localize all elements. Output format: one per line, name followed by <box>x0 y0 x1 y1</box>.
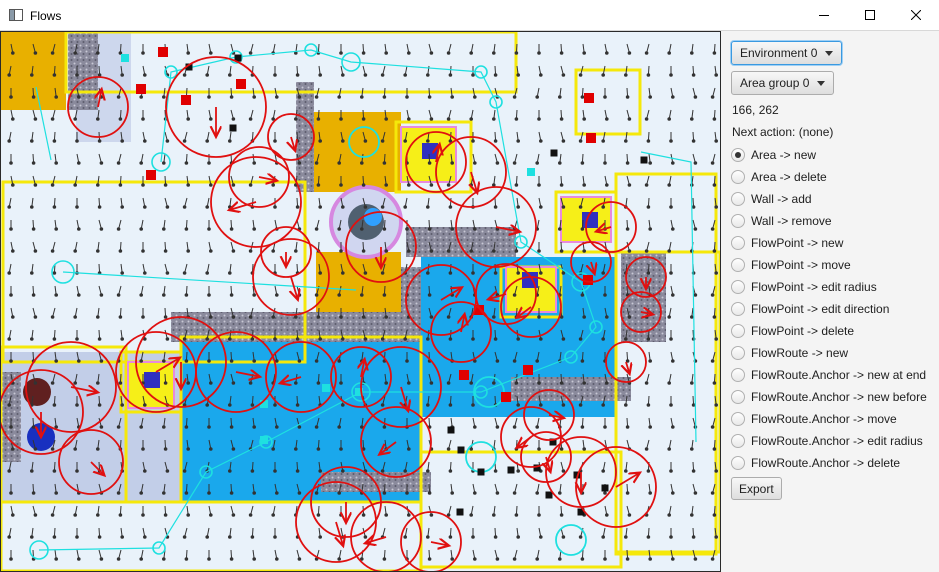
radio-button-icon[interactable] <box>731 170 745 184</box>
radio-button-icon[interactable] <box>731 302 745 316</box>
action-label: FlowPoint -> delete <box>751 324 855 338</box>
chevron-down-icon <box>825 50 834 56</box>
area-group-select-value: Area group 0 <box>740 76 810 90</box>
cyan-marker <box>527 168 535 176</box>
radio-button-icon[interactable] <box>731 368 745 382</box>
area-group-select[interactable]: Area group 0 <box>731 71 835 95</box>
red-marker <box>146 170 156 180</box>
black-marker <box>601 484 609 492</box>
action-label: FlowPoint -> edit direction <box>751 302 890 316</box>
action-label: FlowRoute.Anchor -> new at end <box>751 368 927 382</box>
wall <box>68 32 98 110</box>
action-radio-4[interactable]: FlowPoint -> new <box>731 232 939 254</box>
red-marker <box>523 365 533 375</box>
black-marker <box>229 124 237 132</box>
action-radio-10[interactable]: FlowRoute.Anchor -> new at end <box>731 364 939 386</box>
radio-button-icon[interactable] <box>731 214 745 228</box>
black-marker <box>545 491 553 499</box>
action-radio-6[interactable]: FlowPoint -> edit radius <box>731 276 939 298</box>
action-label: Wall -> add <box>751 192 812 206</box>
action-label: Area -> delete <box>751 170 827 184</box>
environment-select[interactable]: Environment 0 <box>731 41 843 65</box>
black-marker <box>640 156 648 164</box>
radio-button-icon[interactable] <box>731 324 745 338</box>
action-radio-9[interactable]: FlowRoute -> new <box>731 342 939 364</box>
action-label: FlowPoint -> move <box>751 258 851 272</box>
cyan-marker <box>322 384 330 392</box>
action-label: FlowPoint -> new <box>751 236 844 250</box>
close-button[interactable] <box>893 0 939 30</box>
chevron-down-icon <box>817 80 826 86</box>
action-radio-11[interactable]: FlowRoute.Anchor -> new before <box>731 386 939 408</box>
radio-button-icon[interactable] <box>731 148 745 162</box>
window-app-icon <box>9 9 23 21</box>
black-marker <box>447 426 455 434</box>
action-label: FlowPoint -> edit radius <box>751 280 877 294</box>
action-label: FlowRoute.Anchor -> delete <box>751 456 901 470</box>
radio-button-icon[interactable] <box>731 390 745 404</box>
black-marker <box>457 446 465 454</box>
radio-button-icon[interactable] <box>731 346 745 360</box>
flow-map[interactable] <box>1 32 720 571</box>
cursor-coordinates: 166, 262 <box>732 103 779 117</box>
radio-button-icon[interactable] <box>731 434 745 448</box>
radio-button-icon[interactable] <box>731 412 745 426</box>
cyan-marker <box>121 54 129 62</box>
action-label: Area -> new <box>751 148 817 162</box>
action-radio-1[interactable]: Area -> delete <box>731 166 939 188</box>
radio-button-icon[interactable] <box>731 280 745 294</box>
action-label: Wall -> remove <box>751 214 832 228</box>
black-marker <box>477 468 485 476</box>
red-marker <box>136 84 146 94</box>
red-marker <box>158 47 168 57</box>
cyan-marker <box>260 436 268 444</box>
action-label: FlowRoute.Anchor -> move <box>751 412 897 426</box>
action-label: FlowRoute -> new <box>751 346 849 360</box>
title-bar: Flows <box>0 0 939 31</box>
maximize-icon <box>865 10 875 20</box>
black-marker <box>550 149 558 157</box>
action-radio-group: Area -> new Area -> delete Wall -> add Wall… <box>731 144 939 474</box>
export-button[interactable]: Export <box>731 477 782 500</box>
radio-button-icon[interactable] <box>731 456 745 470</box>
flow-map-canvas[interactable] <box>0 31 721 572</box>
minimize-icon <box>819 15 829 16</box>
action-radio-12[interactable]: FlowRoute.Anchor -> move <box>731 408 939 430</box>
action-radio-13[interactable]: FlowRoute.Anchor -> edit radius <box>731 430 939 452</box>
radio-button-icon[interactable] <box>731 258 745 272</box>
minimize-button[interactable] <box>801 0 847 30</box>
wall <box>511 377 631 401</box>
red-marker <box>501 392 511 402</box>
maximize-button[interactable] <box>847 0 893 30</box>
radio-button-icon[interactable] <box>731 236 745 250</box>
action-label: FlowRoute.Anchor -> edit radius <box>751 434 923 448</box>
action-radio-5[interactable]: FlowPoint -> move <box>731 254 939 276</box>
wall <box>401 267 421 342</box>
action-radio-7[interactable]: FlowPoint -> edit direction <box>731 298 939 320</box>
wall <box>406 227 516 257</box>
red-marker <box>586 133 596 143</box>
red-marker <box>181 95 191 105</box>
black-marker <box>507 466 515 474</box>
close-icon <box>911 10 921 20</box>
side-panel: Environment 0 Area group 0 166, 262 Next… <box>721 31 939 572</box>
red-marker <box>459 370 469 380</box>
action-radio-14[interactable]: FlowRoute.Anchor -> delete <box>731 452 939 474</box>
next-action-label: Next action: (none) <box>732 125 834 139</box>
action-radio-3[interactable]: Wall -> remove <box>731 210 939 232</box>
radio-button-icon[interactable] <box>731 192 745 206</box>
wall <box>1 372 21 462</box>
action-radio-2[interactable]: Wall -> add <box>731 188 939 210</box>
black-marker <box>456 508 464 516</box>
environment-select-value: Environment 0 <box>740 46 818 60</box>
action-radio-0[interactable]: Area -> new <box>731 144 939 166</box>
robot-sensor-icon <box>364 208 382 226</box>
window-title: Flows <box>30 9 62 23</box>
action-label: FlowRoute.Anchor -> new before <box>751 390 927 404</box>
action-radio-8[interactable]: FlowPoint -> delete <box>731 320 939 342</box>
red-marker <box>236 79 246 89</box>
red-marker <box>584 93 594 103</box>
